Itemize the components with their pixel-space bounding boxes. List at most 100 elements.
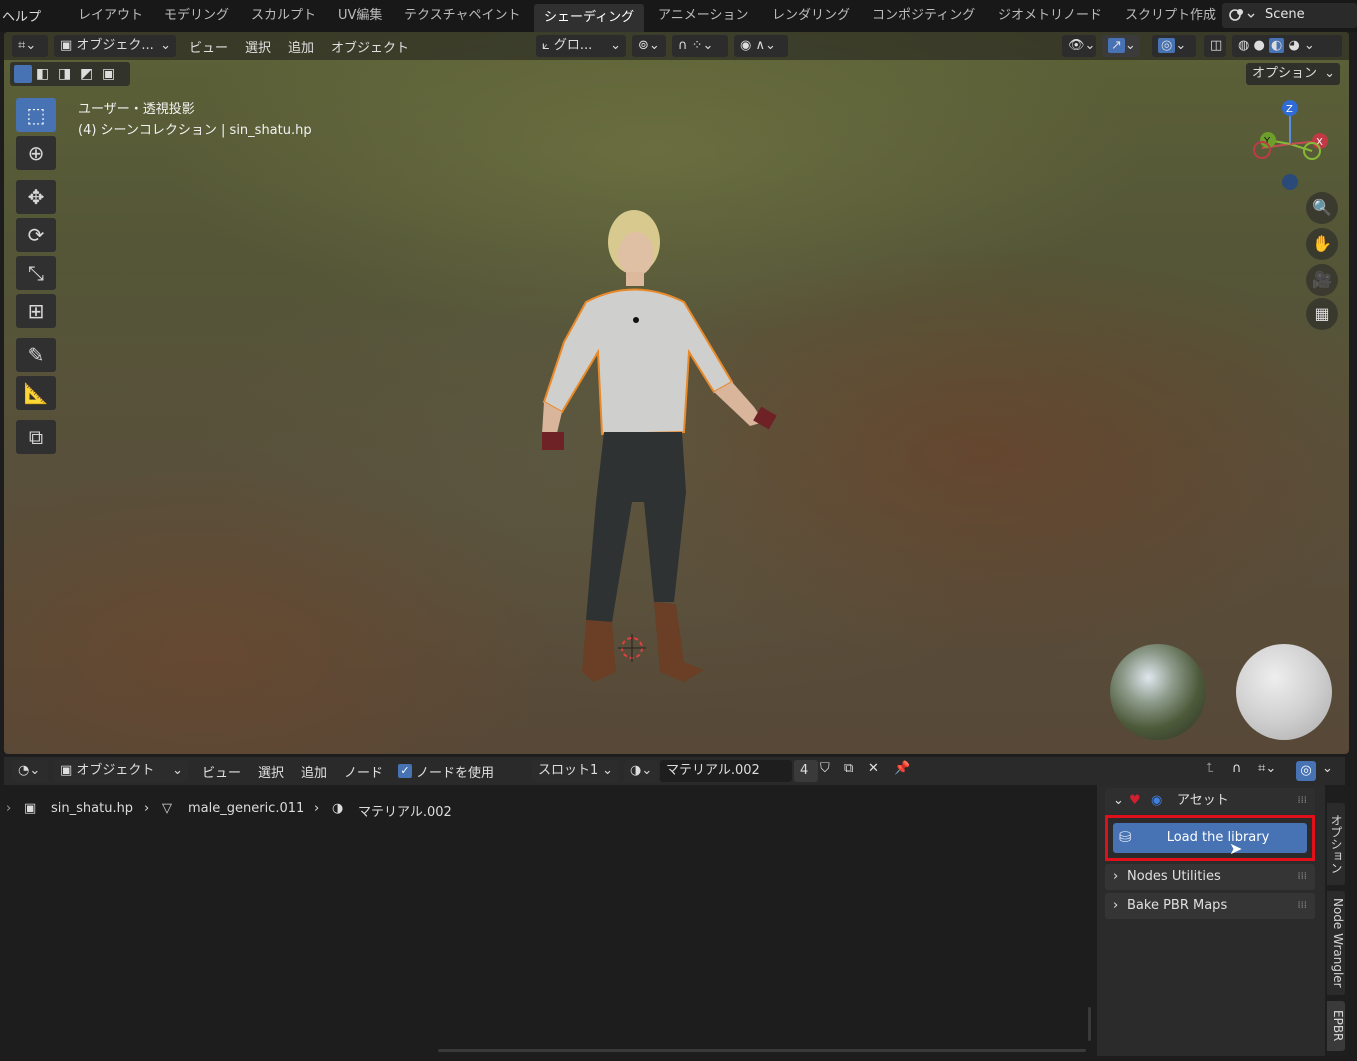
material-browse-button[interactable]: ◑⌄ bbox=[624, 760, 658, 782]
tab-node-wrangler[interactable]: Node Wrangler bbox=[1327, 891, 1345, 995]
tab-animation[interactable]: アニメーション bbox=[648, 0, 758, 32]
scale-tool[interactable]: ⤡ bbox=[16, 256, 56, 290]
tab-compositing[interactable]: コンポジティング bbox=[862, 0, 985, 32]
fake-user-icon[interactable]: ⛉ bbox=[820, 761, 830, 776]
editor-type-button[interactable]: ◔⌄ bbox=[12, 760, 48, 782]
tab-geometry-nodes[interactable]: ジオメトリノード bbox=[988, 0, 1112, 32]
chevron-down-icon: ⌄ bbox=[1113, 793, 1124, 808]
visibility-button[interactable]: 👁⌄ bbox=[1062, 35, 1096, 57]
select-new-icon[interactable] bbox=[14, 65, 32, 83]
unlink-close-icon[interactable]: ✕ bbox=[868, 761, 879, 776]
snap-element-icon[interactable]: ⌗⌄ bbox=[1258, 761, 1276, 776]
select-extend-icon[interactable]: ◧ bbox=[36, 66, 49, 82]
overlay-toggle[interactable]: ◎ ⌄ bbox=[1152, 35, 1196, 57]
neg-z-axis-icon[interactable] bbox=[1282, 174, 1298, 190]
chevron-down-icon[interactable]: ⌄ bbox=[1322, 761, 1333, 776]
tab-options[interactable]: オプション bbox=[1327, 803, 1345, 885]
rendered-shading-icon[interactable]: ◕ bbox=[1288, 38, 1299, 53]
node-canvas[interactable]: › ▣ sin_shatu.hp › ▽ male_generic.011 › … bbox=[4, 785, 1095, 1056]
tab-uv-editing[interactable]: UV編集 bbox=[328, 0, 392, 32]
proportional-editing-button[interactable]: ◉ ∧⌄ bbox=[734, 35, 788, 57]
tab-scripting[interactable]: スクリプト作成 bbox=[1115, 0, 1226, 32]
mode-dropdown[interactable]: ▣ オブジェク... ⌄ bbox=[54, 35, 176, 57]
navigation-gizmo[interactable]: Z Y X bbox=[1244, 96, 1344, 196]
nodes-utilities-panel[interactable]: › Nodes Utilities ⁞⁞⁞ bbox=[1105, 864, 1315, 890]
duplicate-icon[interactable]: ⧉ bbox=[844, 761, 853, 776]
pencil-icon: ✎ bbox=[27, 343, 45, 367]
transform-tool[interactable]: ⊞ bbox=[16, 294, 56, 328]
material-preview-icon[interactable]: ◐ bbox=[1268, 38, 1285, 53]
snap-magnet-icon[interactable]: ∩ bbox=[1232, 761, 1242, 776]
node-menu-view[interactable]: ビュー bbox=[202, 762, 241, 781]
3d-viewport[interactable]: ⌗⌄ ▣ オブジェク... ⌄ ビュー 選択 追加 オブジェクト ⟀ グロ... ⌄… bbox=[4, 32, 1349, 754]
drag-handle-icon[interactable]: ⁞⁞⁞ bbox=[1297, 893, 1307, 919]
menu-add[interactable]: 追加 bbox=[288, 37, 314, 56]
menu-select[interactable]: 選択 bbox=[245, 37, 271, 56]
pin-icon[interactable]: 📌 bbox=[894, 761, 910, 776]
cursor-tool[interactable]: ⊕ bbox=[16, 136, 56, 170]
material-name-field[interactable]: マテリアル.002 bbox=[660, 760, 792, 782]
breadcrumb-material[interactable]: マテリアル.002 bbox=[358, 801, 452, 820]
character-model[interactable] bbox=[524, 202, 814, 692]
transform-orientation-dropdown[interactable]: ⟀ グロ... ⌄ bbox=[536, 35, 626, 57]
snap-button[interactable]: ∩ ⁘⌄ bbox=[672, 35, 728, 57]
pivot-point-button[interactable]: ⊚⌄ bbox=[632, 35, 666, 57]
horizontal-scrollbar[interactable] bbox=[438, 1049, 1086, 1052]
tab-rendering[interactable]: レンダリング bbox=[762, 0, 860, 32]
chevron-down-icon: ⌄ bbox=[1324, 66, 1335, 81]
drag-handle-icon[interactable]: ⁞⁞⁞ bbox=[1297, 788, 1307, 814]
node-menu-node[interactable]: ノード bbox=[344, 762, 383, 781]
options-dropdown[interactable]: オプション ⌄ bbox=[1246, 63, 1340, 85]
annotate-tool[interactable]: ✎ bbox=[16, 338, 56, 372]
add-cube-tool[interactable]: ⧉ bbox=[16, 420, 56, 454]
solid-shading-icon[interactable]: ● bbox=[1253, 38, 1264, 53]
cursor-arrow-icon: ⬚ bbox=[26, 103, 46, 127]
move-icon: ✥ bbox=[27, 185, 45, 209]
chevron-down-icon: ⌄ bbox=[610, 38, 621, 53]
menu-help[interactable]: ヘルプ bbox=[2, 6, 41, 25]
tab-sculpt[interactable]: スカルプト bbox=[241, 0, 326, 32]
asset-panel-header[interactable]: ⌄ ♥ ◉ アセット ⁞⁞⁞ bbox=[1105, 788, 1315, 814]
wireframe-shading-icon[interactable]: ◍ bbox=[1238, 38, 1249, 53]
pan-hand-icon[interactable]: ✋ bbox=[1306, 228, 1338, 260]
breadcrumb-mesh[interactable]: male_generic.011 bbox=[188, 801, 304, 816]
measure-tool[interactable]: 📐 bbox=[16, 376, 56, 410]
xray-toggle[interactable]: ◫ bbox=[1204, 35, 1226, 57]
camera-view-icon[interactable]: 🎥 bbox=[1306, 264, 1338, 296]
use-nodes-checkbox[interactable]: ✓ bbox=[398, 764, 412, 778]
hdri-preview-sphere bbox=[1110, 644, 1206, 740]
load-library-button[interactable]: ⛁ Load the library ➤ bbox=[1113, 823, 1307, 858]
tab-shading[interactable]: シェーディング bbox=[534, 4, 645, 32]
heart-icon: ♥ bbox=[1129, 793, 1141, 808]
gizmo-toggle[interactable]: ↗ ⌄ bbox=[1102, 35, 1140, 57]
shading-mode-buttons[interactable]: ◍ ● ◐ ◕ ⌄ bbox=[1232, 35, 1342, 57]
tab-texture-paint[interactable]: テクスチャペイント bbox=[394, 0, 530, 32]
slot-dropdown[interactable]: スロット1 ⌄ bbox=[532, 760, 618, 782]
node-menu-add[interactable]: 追加 bbox=[301, 762, 327, 781]
overlay-icon[interactable]: ◎ bbox=[1296, 761, 1316, 781]
vertical-scrollbar[interactable] bbox=[1088, 1007, 1091, 1041]
tab-epbr[interactable]: EPBR bbox=[1327, 1001, 1345, 1051]
move-tool[interactable]: ✥ bbox=[16, 180, 56, 214]
select-intersect-icon[interactable]: ▣ bbox=[102, 66, 115, 82]
menu-object[interactable]: オブジェクト bbox=[331, 37, 409, 56]
select-invert-icon[interactable]: ◩ bbox=[80, 66, 93, 82]
scene-selector[interactable]: Scene bbox=[1222, 3, 1357, 28]
bake-pbr-maps-panel[interactable]: › Bake PBR Maps ⁞⁞⁞ bbox=[1105, 893, 1315, 919]
zoom-icon[interactable]: 🔍 bbox=[1306, 192, 1338, 224]
node-mode-dropdown[interactable]: ▣ オブジェクト ⌄ bbox=[54, 760, 188, 782]
perspective-grid-icon[interactable]: ▦ bbox=[1306, 298, 1338, 330]
node-menu-select[interactable]: 選択 bbox=[258, 762, 284, 781]
menu-view[interactable]: ビュー bbox=[189, 37, 228, 56]
drag-handle-icon[interactable]: ⁞⁞⁞ bbox=[1297, 864, 1307, 890]
tab-layout[interactable]: レイアウト bbox=[68, 0, 153, 32]
select-box-tool[interactable]: ⬚ bbox=[16, 98, 56, 132]
use-nodes-label: ノードを使用 bbox=[416, 766, 495, 781]
rotate-tool[interactable]: ⟳ bbox=[16, 218, 56, 252]
editor-type-button[interactable]: ⌗⌄ bbox=[12, 35, 48, 57]
tab-modeling[interactable]: モデリング bbox=[154, 0, 239, 32]
parent-node-tree-icon[interactable]: ⮤ bbox=[1206, 761, 1214, 776]
breadcrumb-object[interactable]: sin_shatu.hp bbox=[51, 801, 133, 816]
select-subtract-icon[interactable]: ◨ bbox=[58, 66, 71, 82]
xray-icon: ◫ bbox=[1210, 38, 1223, 53]
